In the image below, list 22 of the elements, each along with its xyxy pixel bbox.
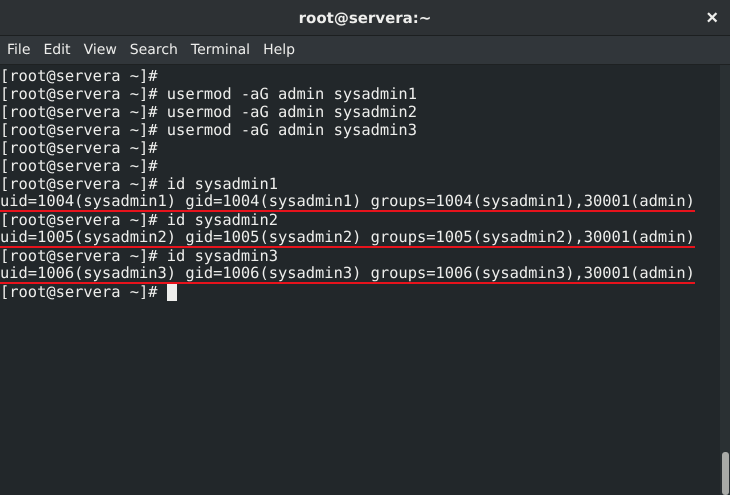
menu-item[interactable]: View	[78, 39, 122, 61]
terminal-line: [root@servera ~]# usermod -aG admin sysadmin3	[0, 122, 417, 138]
close-button[interactable]: ×	[702, 8, 722, 28]
menu-item[interactable]: File	[2, 39, 36, 61]
terminal-line: [root@servera ~]# id sysadmin3	[0, 248, 278, 264]
terminal-line: [root@servera ~]# usermod -aG admin sysadmin2	[0, 104, 417, 120]
terminal-line: [root@servera ~]# id sysadmin2	[0, 212, 278, 228]
menu-item[interactable]: Search	[124, 39, 183, 61]
terminal-line: [root@servera ~]#	[0, 158, 158, 174]
scrollbar-thumb[interactable]	[722, 452, 729, 495]
menu-item[interactable]: Help	[258, 39, 300, 61]
terminal-line: [root@servera ~]#	[0, 68, 158, 84]
window-title: root@servera:~	[298, 8, 432, 26]
menu-item[interactable]: Edit	[38, 39, 76, 61]
terminal-line: [root@servera ~]# id sysadmin1	[0, 176, 278, 192]
terminal-line: [root@servera ~]#	[0, 140, 158, 156]
terminal-line: uid=1005(sysadmin2) gid=1005(sysadmin2) groups=1005(sysadmin2),30001(admin)	[0, 228, 695, 248]
terminal-line: [root@servera ~]# usermod -aG admin sysadmin1	[0, 86, 417, 102]
terminal-line: uid=1004(sysadmin1) gid=1004(sysadmin1) groups=1004(sysadmin1),30001(admin)	[0, 192, 695, 212]
terminal-line: [root@servera ~]#	[0, 284, 158, 300]
menu-item[interactable]: Terminal	[186, 39, 256, 61]
terminal-line: uid=1006(sysadmin3) gid=1006(sysadmin3) groups=1006(sysadmin3),30001(admin)	[0, 264, 695, 284]
